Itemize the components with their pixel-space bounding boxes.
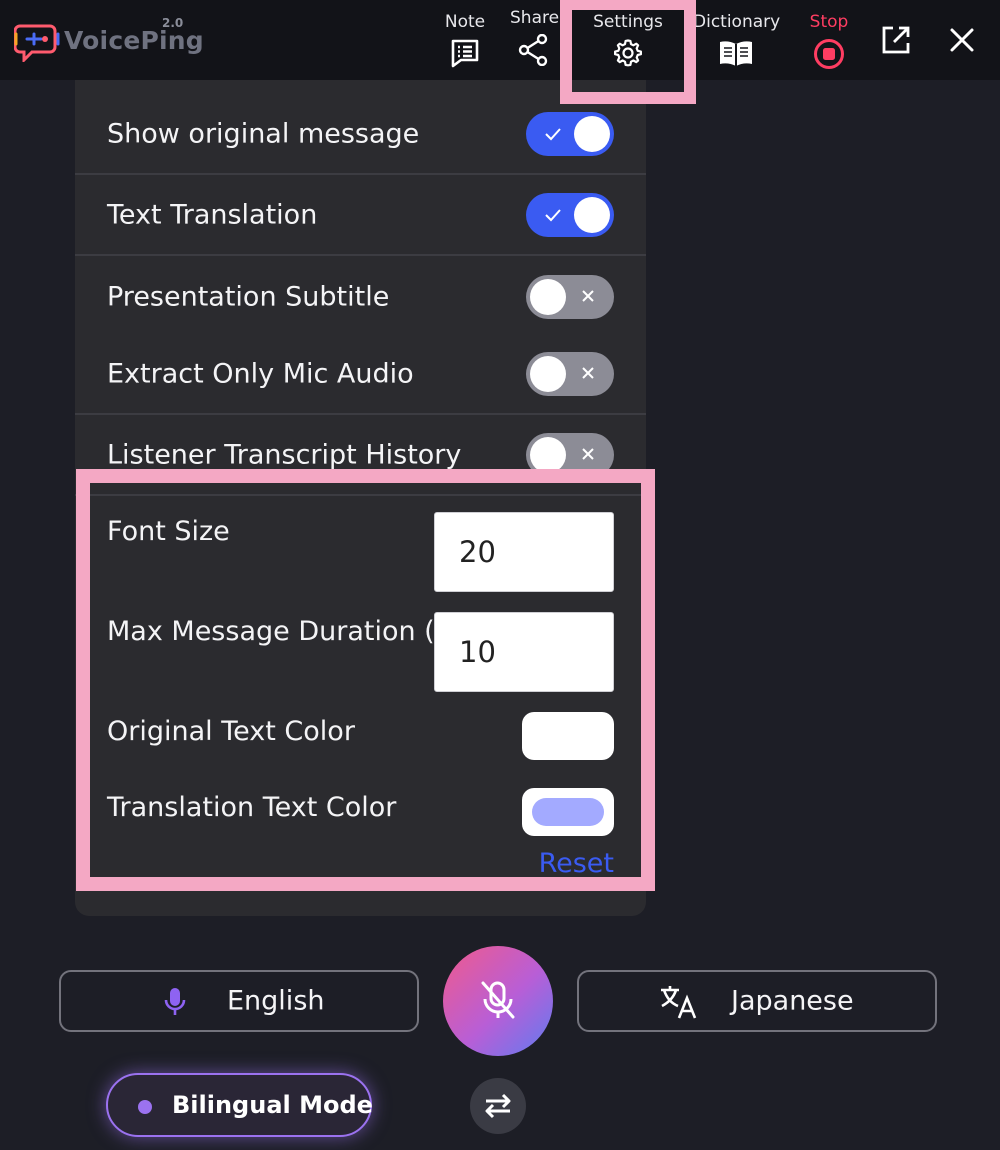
translation-color-preview (532, 798, 604, 826)
gear-icon (614, 39, 642, 67)
max-duration-input[interactable] (434, 612, 614, 692)
target-language-label: Japanese (731, 985, 854, 1017)
translation-color-swatch[interactable] (522, 788, 614, 836)
font-size-label: Font Size (107, 516, 230, 547)
nav-share-label: Share (510, 8, 560, 28)
popout-icon[interactable] (878, 22, 914, 58)
source-language-button[interactable]: English (59, 970, 419, 1032)
bilingual-mode-button[interactable]: Bilingual Mode (106, 1073, 373, 1137)
transcript-history-toggle[interactable] (526, 433, 614, 477)
top-bar: VoicePing 2.0 Note Share Settings Dictio… (0, 0, 1000, 80)
toggle-knob (574, 116, 610, 152)
mode-indicator-dot (138, 1100, 152, 1114)
book-icon (720, 41, 752, 66)
setting-label: Text Translation (107, 199, 318, 231)
original-color-swatch[interactable] (522, 712, 614, 760)
presentation-subtitle-toggle[interactable] (526, 275, 614, 319)
nav-dictionary-button[interactable]: Dictionary (693, 10, 781, 74)
logo-version: 2.0 (162, 16, 184, 30)
setting-label: Extract Only Mic Audio (107, 358, 414, 390)
swap-languages-button[interactable] (470, 1078, 526, 1134)
x-icon (582, 290, 594, 302)
toggle-knob (574, 197, 610, 233)
reset-link[interactable]: Reset (539, 848, 614, 879)
nav-stop-label: Stop (809, 12, 849, 32)
toggle-knob (530, 356, 566, 392)
nav-stop-button[interactable]: Stop (806, 10, 852, 74)
mute-microphone-button[interactable] (443, 946, 553, 1056)
target-language-button[interactable]: Japanese (577, 970, 937, 1032)
translate-icon (661, 986, 697, 1019)
original-color-label: Original Text Color (107, 716, 355, 747)
setting-label: Show original message (107, 118, 420, 150)
settings-panel: Show original message Text Translation P… (75, 80, 646, 916)
logo-text: VoicePing (64, 26, 204, 55)
setting-row-transcript-history: Listener Transcript History (75, 416, 646, 496)
check-icon (545, 128, 561, 141)
nav-note-label: Note (444, 12, 486, 32)
bilingual-mode-label: Bilingual Mode (172, 1091, 373, 1119)
font-size-input[interactable] (434, 512, 614, 592)
translation-color-label: Translation Text Color (107, 792, 397, 823)
voiceping-logo-icon (14, 24, 60, 62)
show-original-toggle[interactable] (526, 112, 614, 156)
close-icon[interactable] (944, 22, 980, 58)
nav-settings-button[interactable]: Settings (588, 10, 668, 74)
setting-row-show-original: Show original message (75, 95, 646, 175)
voiceping-logo: VoicePing 2.0 (14, 16, 204, 62)
x-icon (582, 367, 594, 379)
toggle-knob (530, 279, 566, 315)
original-color-preview (532, 722, 604, 750)
stop-record-icon (814, 39, 844, 69)
microphone-icon (164, 988, 186, 1015)
mic-off-icon (481, 981, 515, 1019)
toggle-knob (530, 437, 566, 473)
source-language-label: English (227, 985, 325, 1017)
nav-dictionary-label: Dictionary (693, 12, 781, 32)
nav-share-button[interactable]: Share (510, 8, 559, 74)
nav-note-button[interactable]: Note (440, 10, 490, 74)
extract-mic-audio-toggle[interactable] (526, 352, 614, 396)
text-translation-toggle[interactable] (526, 193, 614, 237)
x-icon (582, 448, 594, 460)
swap-arrows-icon (485, 1093, 511, 1119)
nav-settings-label: Settings (593, 12, 663, 32)
share-icon (518, 34, 548, 66)
max-duration-label: Max Message Duration (s) (107, 616, 460, 647)
note-icon (451, 39, 479, 68)
setting-label: Listener Transcript History (107, 439, 462, 471)
setting-row-text-translation: Text Translation (75, 176, 646, 256)
voiceping-window: VoicePing 2.0 Note Share Settings Dictio… (0, 0, 1000, 1150)
setting-row-extract-mic: Extract Only Mic Audio (75, 335, 646, 415)
setting-row-presentation-subtitle: Presentation Subtitle (75, 257, 646, 337)
check-icon (545, 209, 561, 222)
setting-label: Presentation Subtitle (107, 281, 390, 313)
